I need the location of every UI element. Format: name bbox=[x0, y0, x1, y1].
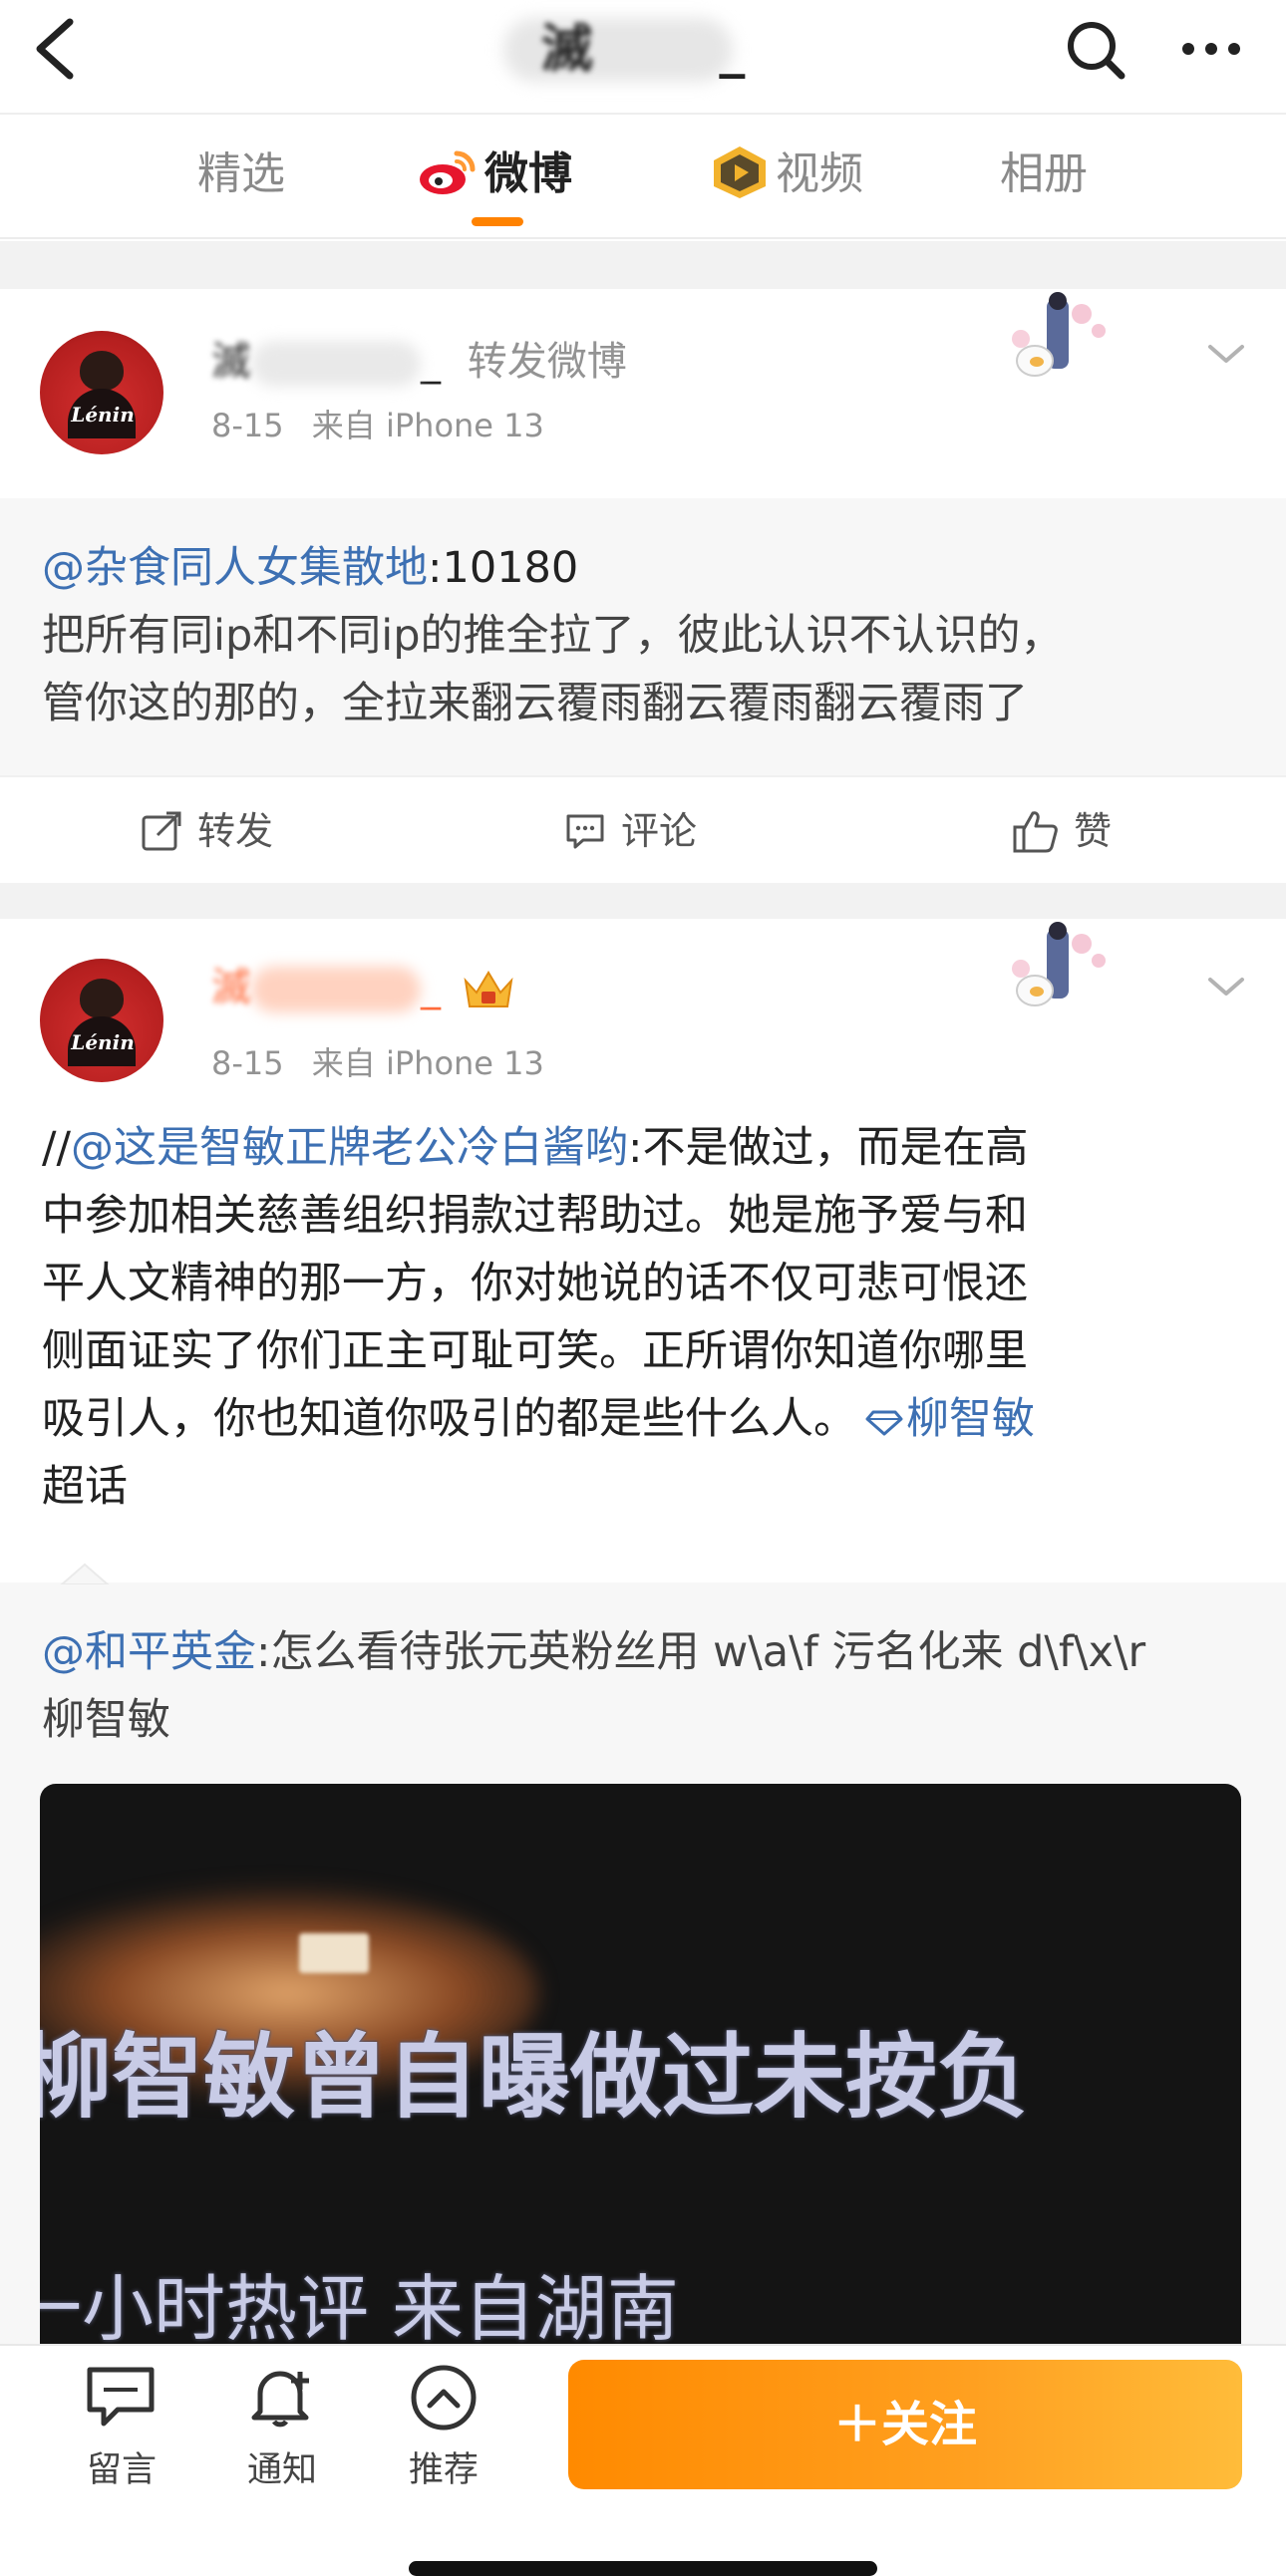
post2-line1: //@这是智敏正牌老公冷白酱哟:不是做过，而是在高 bbox=[42, 1114, 1028, 1182]
like-label-text: 赞 bbox=[1074, 809, 1113, 853]
title-text: _ bbox=[592, 20, 746, 80]
comment-icon bbox=[566, 814, 604, 848]
thumbs-up-icon bbox=[1013, 810, 1058, 852]
back-chevron-icon[interactable] bbox=[28, 12, 88, 87]
avatar-caption: Lénin bbox=[71, 403, 135, 427]
quote-pointer-icon bbox=[60, 1563, 110, 1584]
more-options-icon[interactable] bbox=[1176, 22, 1246, 77]
avatar-caption: Lénin bbox=[71, 1030, 135, 1054]
tab-featured[interactable]: 精选 bbox=[197, 115, 285, 239]
follow-button[interactable]: ＋关注 bbox=[568, 2360, 1242, 2489]
supertopic-tail[interactable]: 超话 bbox=[42, 1453, 128, 1521]
mention-link[interactable]: @这是智敏正牌老公冷白酱哟 bbox=[71, 1123, 628, 1173]
avatar[interactable]: Lénin bbox=[40, 331, 163, 454]
tab-video-label: 视频 bbox=[776, 148, 863, 199]
post1-author-row: 滅 _ 转发微博 bbox=[211, 337, 627, 387]
quote-mention-link[interactable]: @和平英金 bbox=[42, 1627, 256, 1677]
dropdown-chevron-icon[interactable] bbox=[1204, 339, 1248, 373]
message-button[interactable]: 留言 bbox=[62, 2364, 181, 2492]
mention-suffix: :10180 bbox=[428, 543, 579, 593]
repost-icon bbox=[142, 811, 181, 850]
author-name-blur[interactable] bbox=[251, 967, 421, 1012]
author-name[interactable]: _ bbox=[421, 339, 441, 385]
diamond-icon bbox=[865, 1410, 903, 1435]
dropdown-chevron-icon[interactable] bbox=[1204, 972, 1248, 1005]
message-bubble-icon bbox=[87, 2367, 155, 2427]
post1-repost-box[interactable]: @杂食同人女集散地:10180 把所有同ip和不同ip的推全拉了，彼此认识不认识… bbox=[0, 498, 1286, 775]
like-button[interactable]: 赞 bbox=[1012, 777, 1112, 885]
title-prefix: 滅 bbox=[540, 20, 593, 80]
post2-line3: 平人文精神的那一方，你对她说的话不仅可悲可恨还 bbox=[42, 1259, 1028, 1308]
notify-label: 通知 bbox=[246, 2450, 317, 2490]
card-sticker-icon bbox=[987, 919, 1117, 1028]
post1-line2: 把所有同ip和不同ip的推全拉了，彼此认识不认识的， bbox=[42, 611, 1064, 661]
tab-album-label: 相册 bbox=[1000, 148, 1088, 199]
section-divider bbox=[0, 241, 1286, 289]
post2-author-row: 滅 _ bbox=[211, 963, 517, 1012]
video-caption-2: 一小时热评 来自湖南 bbox=[40, 2267, 679, 2351]
video-play-icon bbox=[714, 146, 766, 198]
author-prefix[interactable]: 滅 bbox=[211, 339, 251, 385]
weibo-logo-icon bbox=[420, 150, 476, 194]
post1-line3: 管你这的那的，全拉来翻云覆雨翻云覆雨翻云覆雨了 bbox=[42, 679, 1028, 728]
post1-line1: @杂食同人女集散地:10180 bbox=[42, 534, 578, 602]
tab-album[interactable]: 相册 bbox=[1000, 115, 1088, 239]
post2-card: Lénin 滅 _ 8-15 来自 iPhone 13 //@这是智敏正牌老公冷白… bbox=[0, 919, 1286, 1582]
post-date: 8-15 bbox=[211, 407, 284, 444]
recommend-chevron-icon bbox=[411, 2365, 477, 2431]
post2-line2: 中参加相关慈善组织捐款过帮助过。她是施予爱与和 bbox=[42, 1191, 1028, 1241]
tab-weibo-label: 微博 bbox=[484, 148, 572, 199]
repost-button[interactable]: 转发 bbox=[140, 777, 273, 885]
comment-label-text: 评论 bbox=[621, 809, 698, 853]
recommend-label: 推荐 bbox=[408, 2450, 479, 2490]
repost-label-text: 转发 bbox=[197, 809, 274, 853]
quote-line2: 柳智敏 bbox=[42, 1695, 170, 1745]
top-nav-bar: 滅 _ bbox=[0, 0, 1286, 115]
post1-meta: 8-15 来自 iPhone 13 bbox=[211, 401, 544, 446]
video-caption: 柳智敏曾自曝做过未按负 bbox=[40, 2024, 1030, 2131]
tab-featured-label: 精选 bbox=[197, 148, 285, 199]
quote-line1: @和平英金:怎么看待张元英粉丝用 w\a\f 污名化来 d\f\x\r bbox=[42, 1618, 1145, 1686]
mention-link[interactable]: @杂食同人女集散地 bbox=[42, 543, 428, 593]
post1-header: Lénin 滅 _ 转发微博 8-15 来自 iPhone 13 bbox=[0, 289, 1286, 498]
tab-video[interactable]: 视频 bbox=[710, 115, 863, 239]
section-divider bbox=[0, 883, 1286, 919]
vip-crown-icon[interactable] bbox=[460, 967, 517, 1012]
post1-action-bar: 转发 评论 赞 bbox=[0, 775, 1286, 883]
post2-line4: 侧面证实了你们正主可耻可笑。正所谓你知道你哪里 bbox=[42, 1326, 1028, 1376]
post2-meta: 8-15 来自 iPhone 13 bbox=[211, 1038, 544, 1084]
author-prefix[interactable]: 滅 bbox=[211, 965, 251, 1010]
repost-label: 转发微博 bbox=[467, 339, 627, 385]
quote-line1-rest: :怎么看待张元英粉丝用 w\a\f 污名化来 d\f\x\r bbox=[256, 1627, 1146, 1677]
post2-line1-rest: :不是做过，而是在高 bbox=[627, 1123, 1029, 1173]
page-title: 滅 _ bbox=[394, 10, 892, 90]
recommend-button[interactable]: 推荐 bbox=[384, 2364, 503, 2492]
repost-slashes: // bbox=[42, 1123, 71, 1173]
avatar[interactable]: Lénin bbox=[40, 959, 163, 1082]
author-name[interactable]: _ bbox=[421, 965, 441, 1010]
active-tab-underline bbox=[472, 217, 523, 226]
video-blur-chip bbox=[299, 1933, 369, 1973]
card-sticker-icon bbox=[987, 289, 1117, 399]
post-source: 来自 iPhone 13 bbox=[311, 407, 544, 444]
home-indicator bbox=[409, 2561, 877, 2576]
message-label: 留言 bbox=[86, 2450, 157, 2490]
post2-line5-text: 吸引人，你也知道你吸引的都是些什么人。 bbox=[42, 1394, 856, 1444]
post-date: 8-15 bbox=[211, 1044, 284, 1082]
author-name-blur[interactable] bbox=[251, 341, 421, 387]
supertopic-name: 柳智敏 bbox=[906, 1394, 1035, 1444]
search-icon[interactable] bbox=[1062, 12, 1131, 87]
profile-tabs: 精选 微博 视频 相册 bbox=[0, 115, 1286, 239]
comment-button[interactable]: 评论 bbox=[563, 777, 697, 885]
post-source: 来自 iPhone 13 bbox=[311, 1044, 544, 1082]
post2-line5: 吸引人，你也知道你吸引的都是些什么人。 柳智敏 bbox=[42, 1385, 1035, 1453]
supertopic-link[interactable]: 柳智敏 bbox=[856, 1394, 1035, 1444]
notify-button[interactable]: 通知 bbox=[222, 2364, 342, 2492]
bell-plus-icon bbox=[251, 2371, 309, 2428]
